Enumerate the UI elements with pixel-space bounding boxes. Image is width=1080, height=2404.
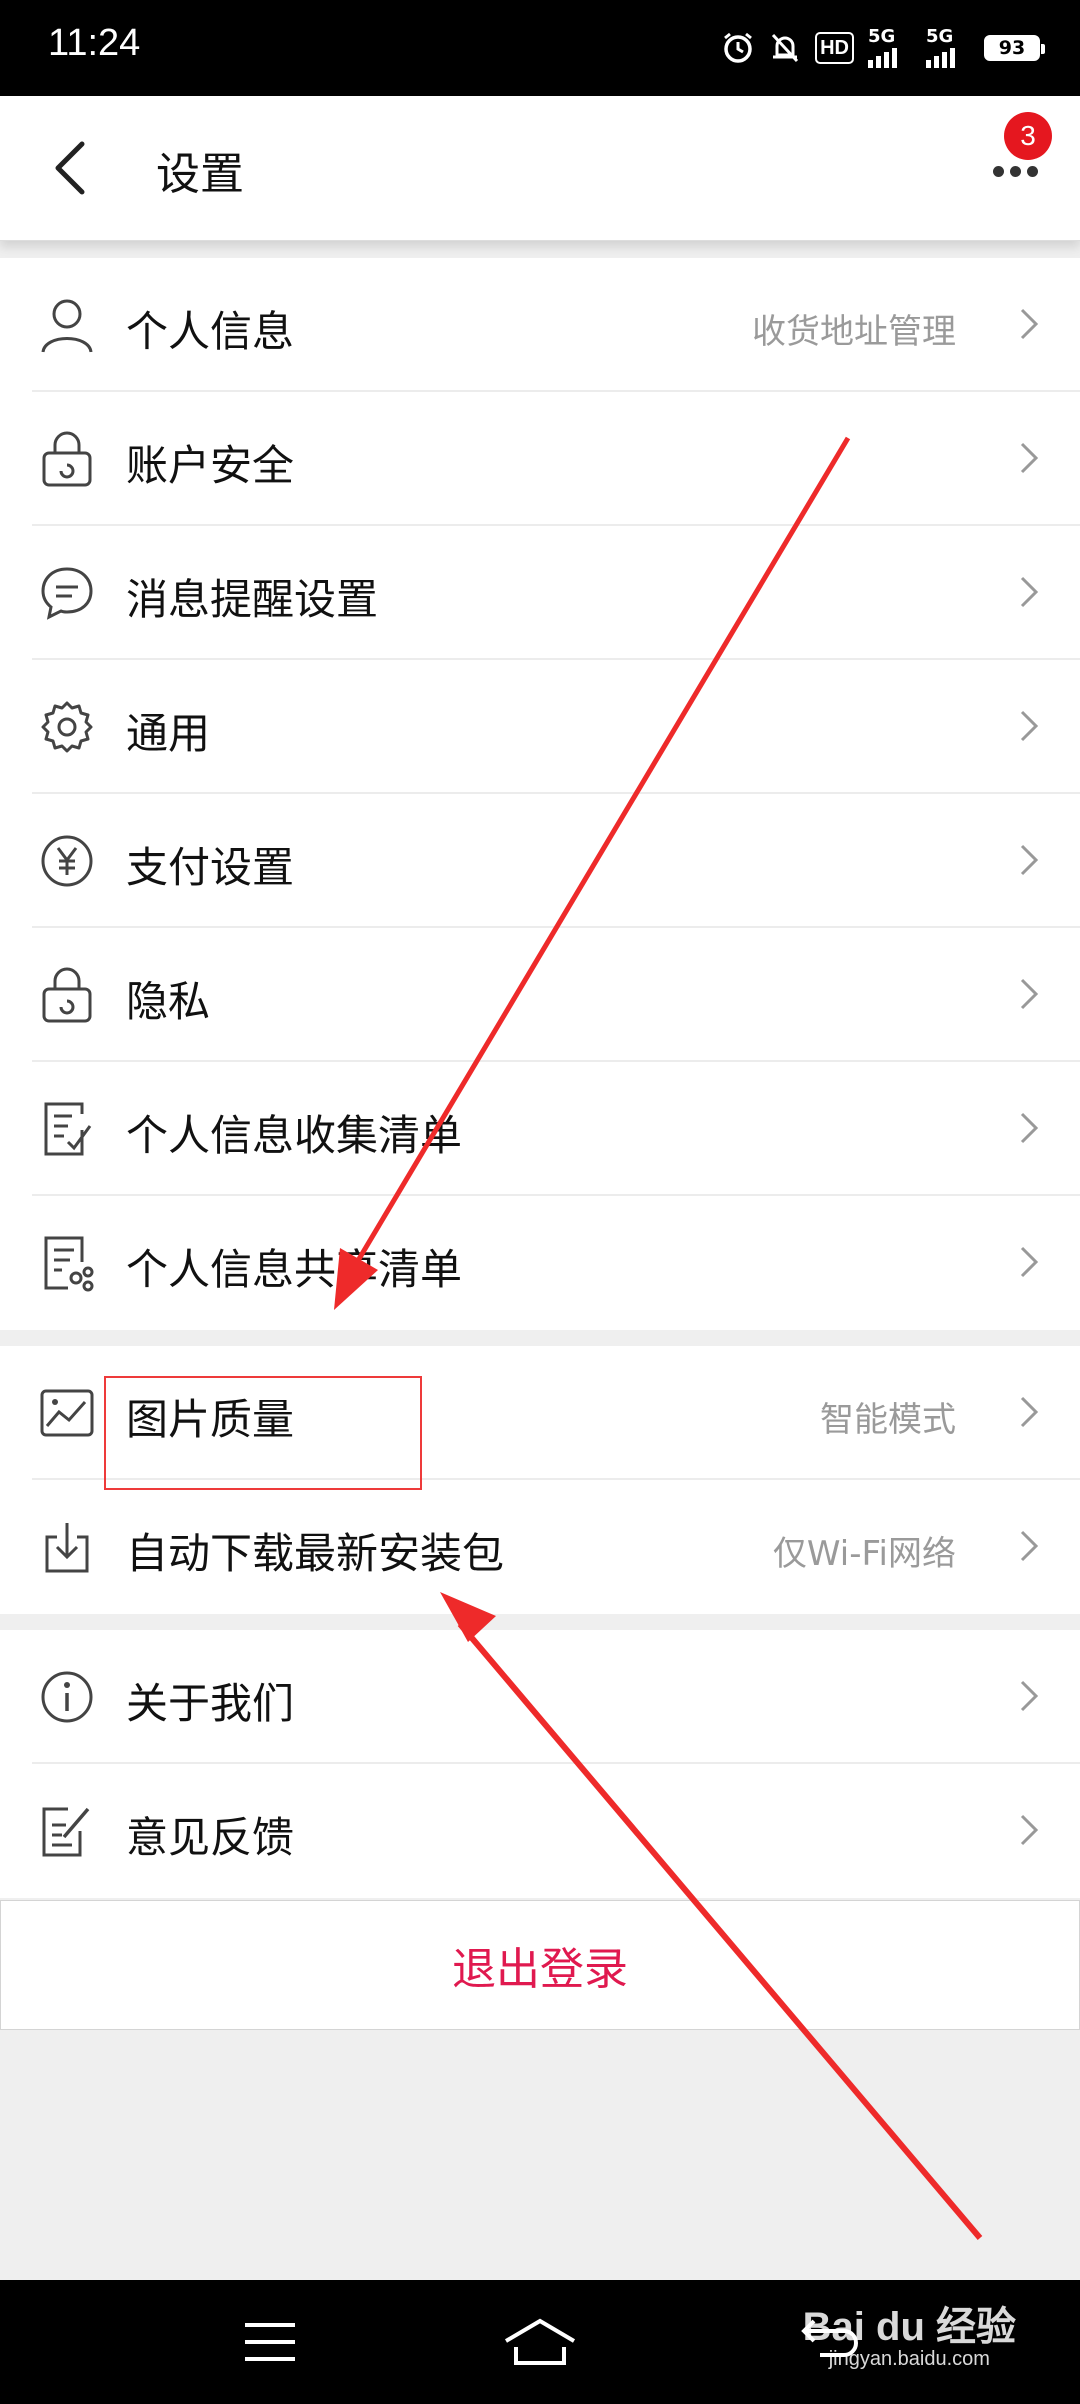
annotation-arrows	[334, 436, 983, 2240]
watermark: Bai du 经验 jingyan.baidu.com	[803, 2294, 1016, 2371]
watermark-logo: Bai du 经验	[802, 2305, 1016, 2349]
watermark-url: jingyan.baidu.com	[828, 2348, 990, 2370]
menu-button[interactable]	[230, 2306, 310, 2378]
home-button[interactable]	[500, 2306, 580, 2378]
home-icon	[504, 2318, 576, 2365]
annotation-arrow-down	[334, 436, 851, 1310]
system-nav-bar: Bai du 经验 jingyan.baidu.com	[0, 2280, 1080, 2404]
menu-icon	[245, 2323, 295, 2361]
annotation-arrow-up	[440, 1592, 983, 2240]
